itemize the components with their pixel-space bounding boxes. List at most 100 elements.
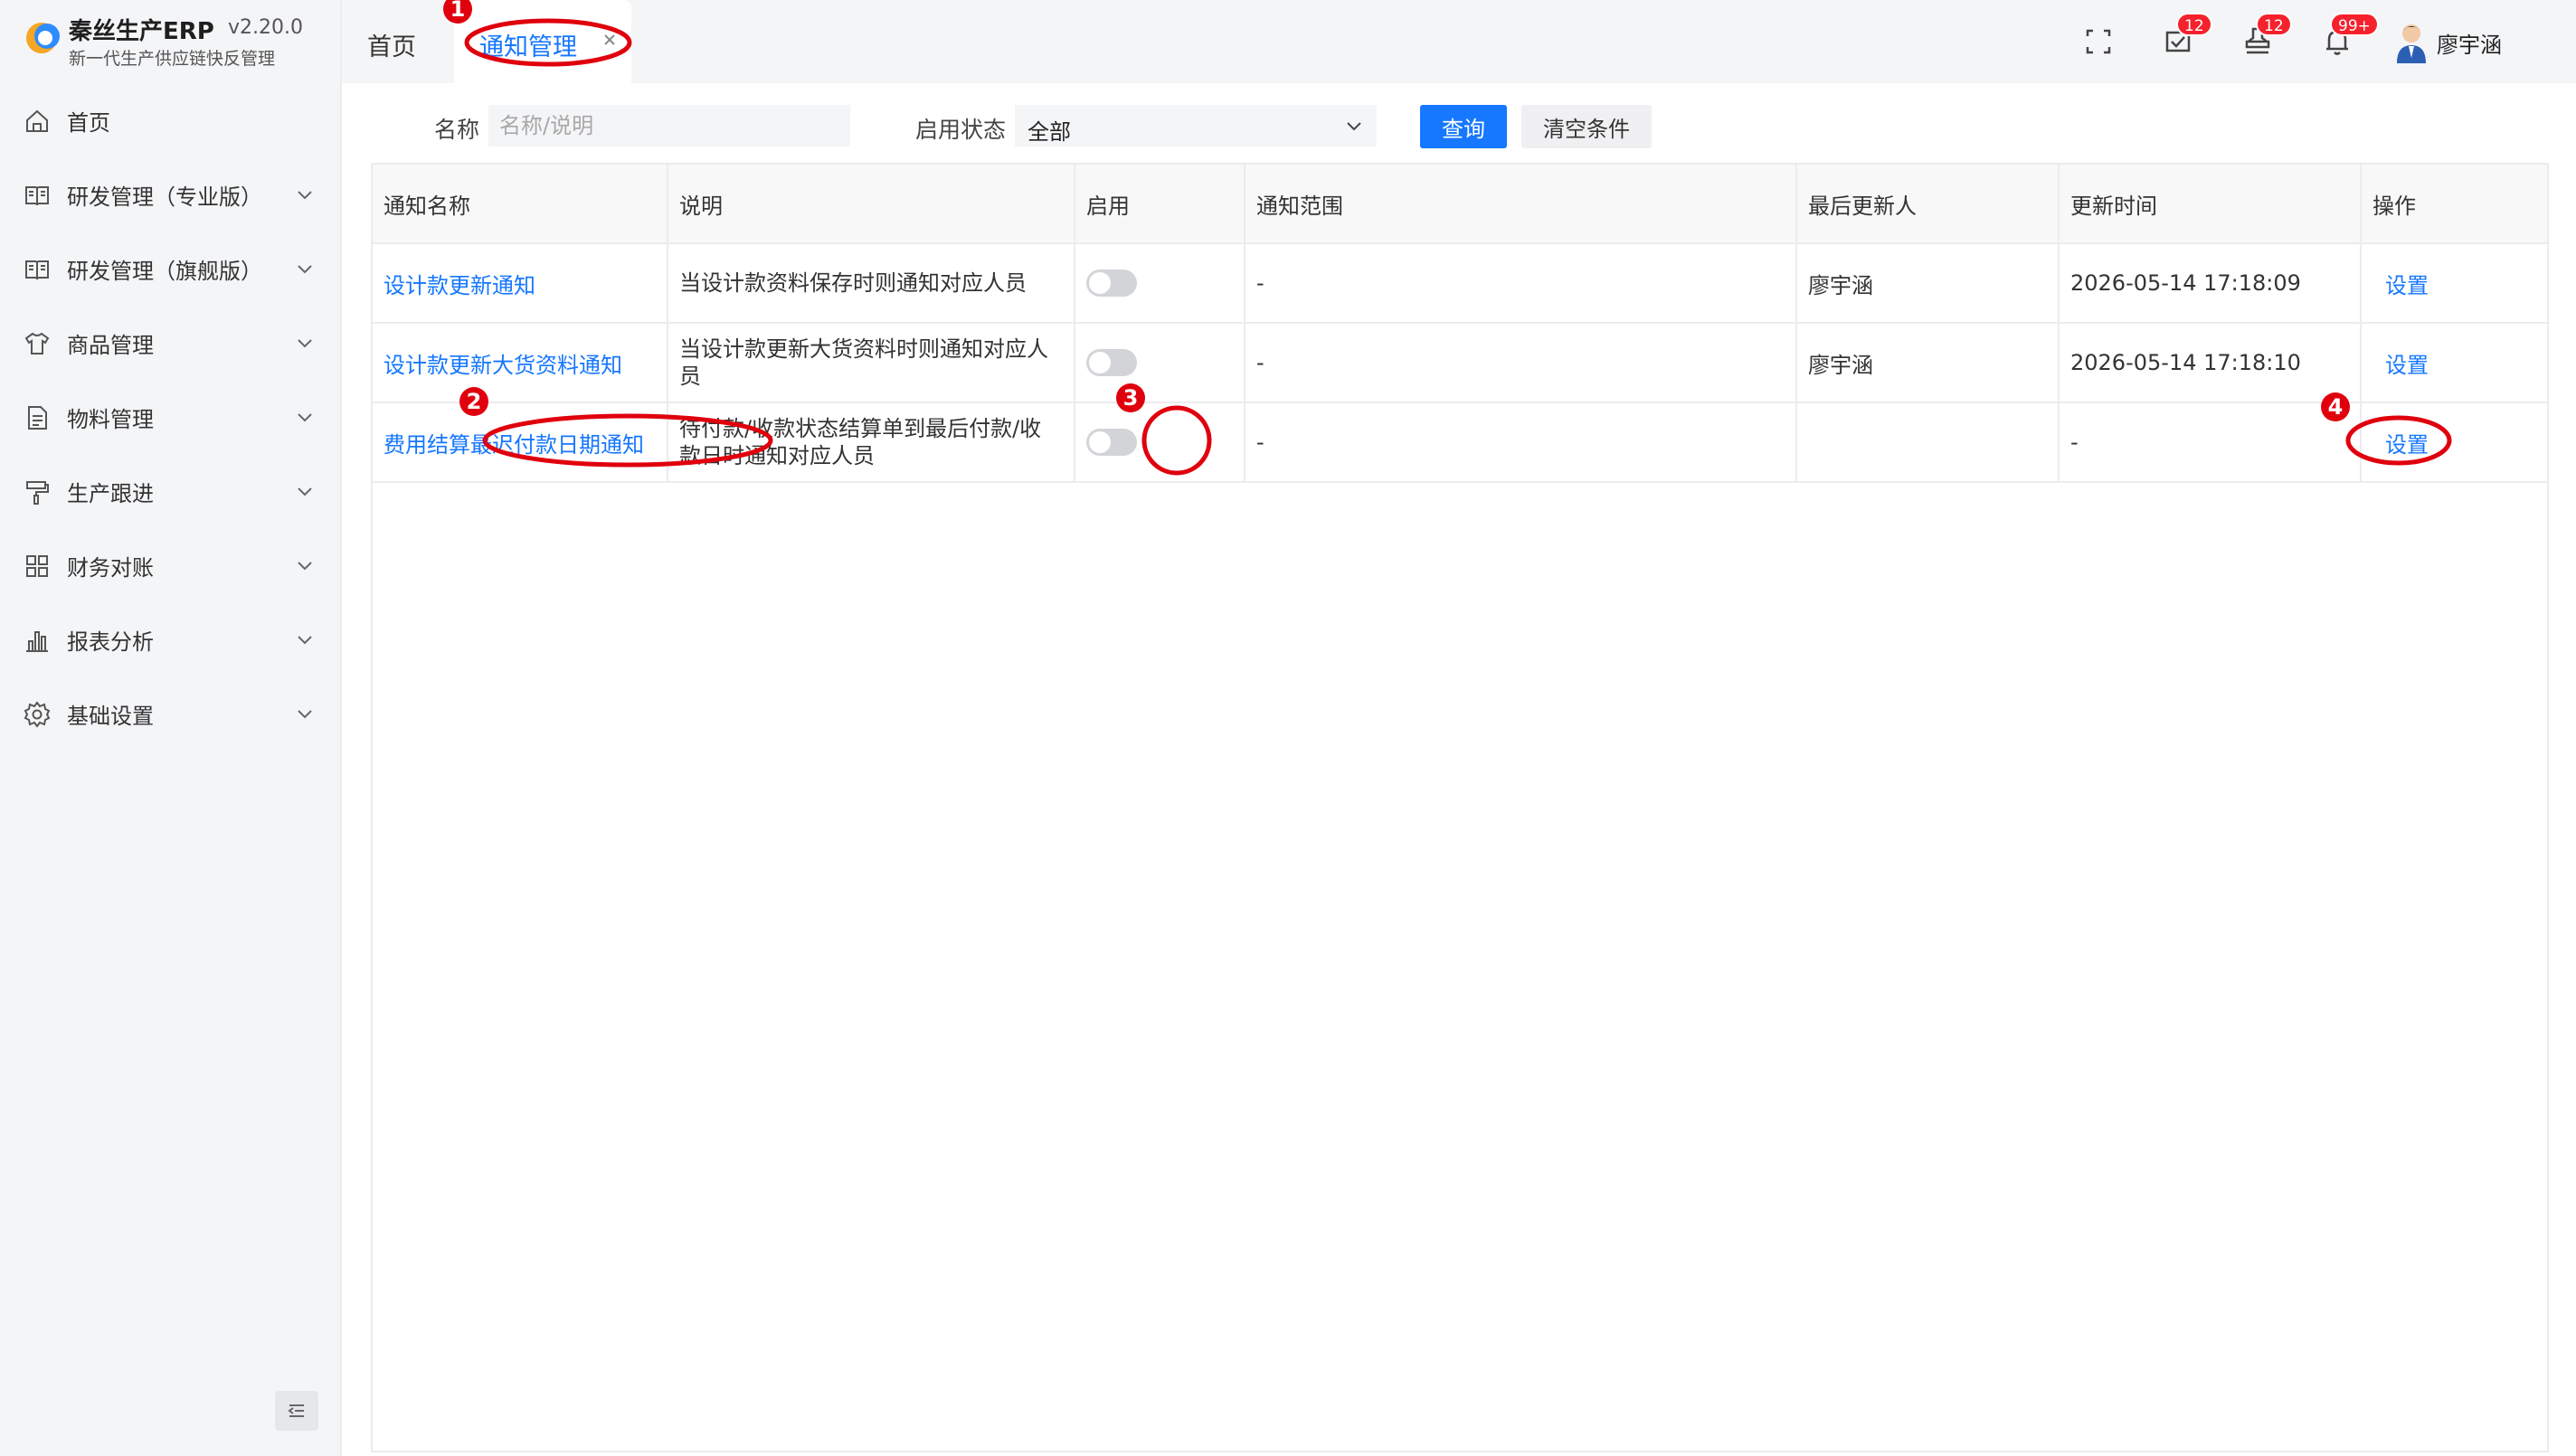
name-search-input[interactable] [488,105,850,147]
table-row: 设计款更新大货资料通知 当设计款更新大货资料时则通知对应人员 - 廖宇涵 202… [373,323,2547,403]
column-header: 操作 [2361,165,2547,244]
query-button[interactable]: 查询 [1420,105,1507,148]
enable-toggle[interactable] [1086,269,1137,297]
toggle-knob [1089,431,1111,453]
chevron-down-icon [298,636,312,645]
fullscreen-icon[interactable] [2080,24,2117,60]
book-icon [25,186,49,206]
table-row: 设计款更新通知 当设计款资料保存时则通知对应人员 - 廖宇涵 2026-05-1… [373,243,2547,324]
column-header: 更新时间 [2059,165,2362,244]
column-header: 说明 [668,165,1075,244]
todo-badge: 12 [2176,13,2212,36]
updated-at-cell: 2026-05-14 17:18:09 [2059,243,2362,324]
status-select-value: 全部 [1028,119,1071,145]
toggle-knob [1089,272,1111,294]
notification-name-link[interactable]: 设计款更新大货资料通知 [384,353,622,378]
tab-notification-management[interactable]: 通知管理 [454,0,631,83]
table-row: 费用结算最迟付款日期通知 待付款/收款状态结算单到最后付款/收款日时通知对应人员… [373,402,2547,483]
grid-icon [26,555,48,577]
chevron-down-icon [298,339,312,348]
app-version: v2.20.0 [228,16,303,39]
sidebar-item-label: 财务对账 [67,555,154,581]
column-header: 启用 [1075,165,1245,244]
collapse-sidebar-button[interactable] [275,1391,318,1431]
close-icon[interactable] [601,31,619,49]
annotation-number: 3 [1116,383,1145,412]
chevron-down-icon [298,487,312,496]
brand: 秦丝生产ERP v2.20.0 新一代生产供应链快反管理 [18,9,335,74]
collapse-icon [288,1404,304,1417]
sidebar-item-label: 物料管理 [67,407,154,432]
sidebar-item-settings[interactable]: 基础设置 [0,676,340,751]
sidebar-item-production[interactable]: 生产跟进 [0,454,340,528]
notification-table: 通知名称 说明 启用 通知范围 最后更新人 更新时间 操作 设计款更新通知 当设… [371,163,2549,1452]
avatar[interactable] [2393,22,2429,63]
scope-cell: - [1245,243,1797,324]
chevron-down-icon [298,265,312,274]
chevron-down-icon [1347,122,1361,131]
sidebar-item-finance[interactable]: 财务对账 [0,528,340,602]
scope-cell: - [1245,402,1797,483]
notification-badge: 99+ [2330,13,2379,36]
settings-link[interactable]: 设置 [2385,353,2429,378]
updated-by-cell [1796,402,2060,483]
app-name: 秦丝生产ERP [69,18,214,45]
sidebar-item-products[interactable]: 商品管理 [0,306,340,380]
enable-toggle[interactable] [1086,349,1137,376]
notification-name-link[interactable]: 费用结算最迟付款日期通知 [384,432,644,458]
description-cell: 待付款/收款状态结算单到最后付款/收款日时通知对应人员 [668,402,1075,483]
tab-label: 首页 [367,33,416,61]
column-header: 通知名称 [373,165,668,244]
chevron-down-icon [298,413,312,422]
status-select[interactable]: 全部 [1015,105,1377,147]
sidebar-item-label: 商品管理 [67,333,154,358]
status-filter-label: 启用状态 [915,117,1007,143]
chevron-down-icon [298,191,312,200]
sidebar-item-label: 研发管理（专业版） [67,184,262,210]
tab-home[interactable]: 首页 [342,0,450,83]
settings-link[interactable]: 设置 [2385,432,2429,458]
updated-by-cell: 廖宇涵 [1796,323,2060,403]
sidebar-item-label: 生产跟进 [67,481,154,506]
sidebar-item-label: 首页 [67,110,110,136]
updated-at-cell: - [2059,402,2362,483]
app-subtitle: 新一代生产供应链快反管理 [69,49,276,69]
sidebar-item-label: 基础设置 [67,704,154,729]
description-cell: 当设计款资料保存时则通知对应人员 [668,243,1075,324]
column-header: 通知范围 [1245,165,1797,244]
table-header-row: 通知名称 说明 启用 通知范围 最后更新人 更新时间 操作 [373,165,2547,244]
home-icon [26,109,48,132]
paint-roller-icon [26,481,49,505]
logo-icon [26,23,60,53]
document-icon [28,406,47,430]
book-icon [25,260,49,280]
sidebar-item-materials[interactable]: 物料管理 [0,380,340,454]
shirt-icon [24,332,50,355]
sidebar-item-rd-flagship[interactable]: 研发管理（旗舰版） [0,232,340,306]
description-cell: 当设计款更新大货资料时则通知对应人员 [668,323,1075,403]
annotation-number: 4 [2321,392,2350,421]
settings-link[interactable]: 设置 [2385,273,2429,298]
tab-label: 通知管理 [479,33,577,61]
approval-badge: 12 [2256,13,2292,36]
toggle-knob [1089,352,1111,373]
updated-by-cell: 廖宇涵 [1796,243,2060,324]
annotation-number: 2 [459,387,488,416]
updated-at-cell: 2026-05-14 17:18:10 [2059,323,2362,403]
sidebar: 秦丝生产ERP v2.20.0 新一代生产供应链快反管理 首页 研发管理（专业版… [0,0,342,1456]
sidebar-item-rd-pro[interactable]: 研发管理（专业版） [0,157,340,232]
clear-filters-button[interactable]: 清空条件 [1521,105,1652,148]
user-name: 廖宇涵 [2437,33,2502,58]
chevron-down-icon [298,710,312,719]
name-filter-label: 名称 [434,117,480,143]
sidebar-item-home[interactable]: 首页 [0,83,340,157]
sidebar-item-label: 报表分析 [67,629,154,655]
enable-toggle[interactable] [1086,429,1137,456]
column-header: 最后更新人 [1796,165,2060,244]
notification-name-link[interactable]: 设计款更新通知 [384,273,535,298]
gear-icon [24,701,51,728]
scope-cell: - [1245,323,1797,403]
sidebar-item-label: 研发管理（旗舰版） [67,259,262,284]
sidebar-item-reports[interactable]: 报表分析 [0,602,340,676]
chevron-down-icon [298,562,312,571]
